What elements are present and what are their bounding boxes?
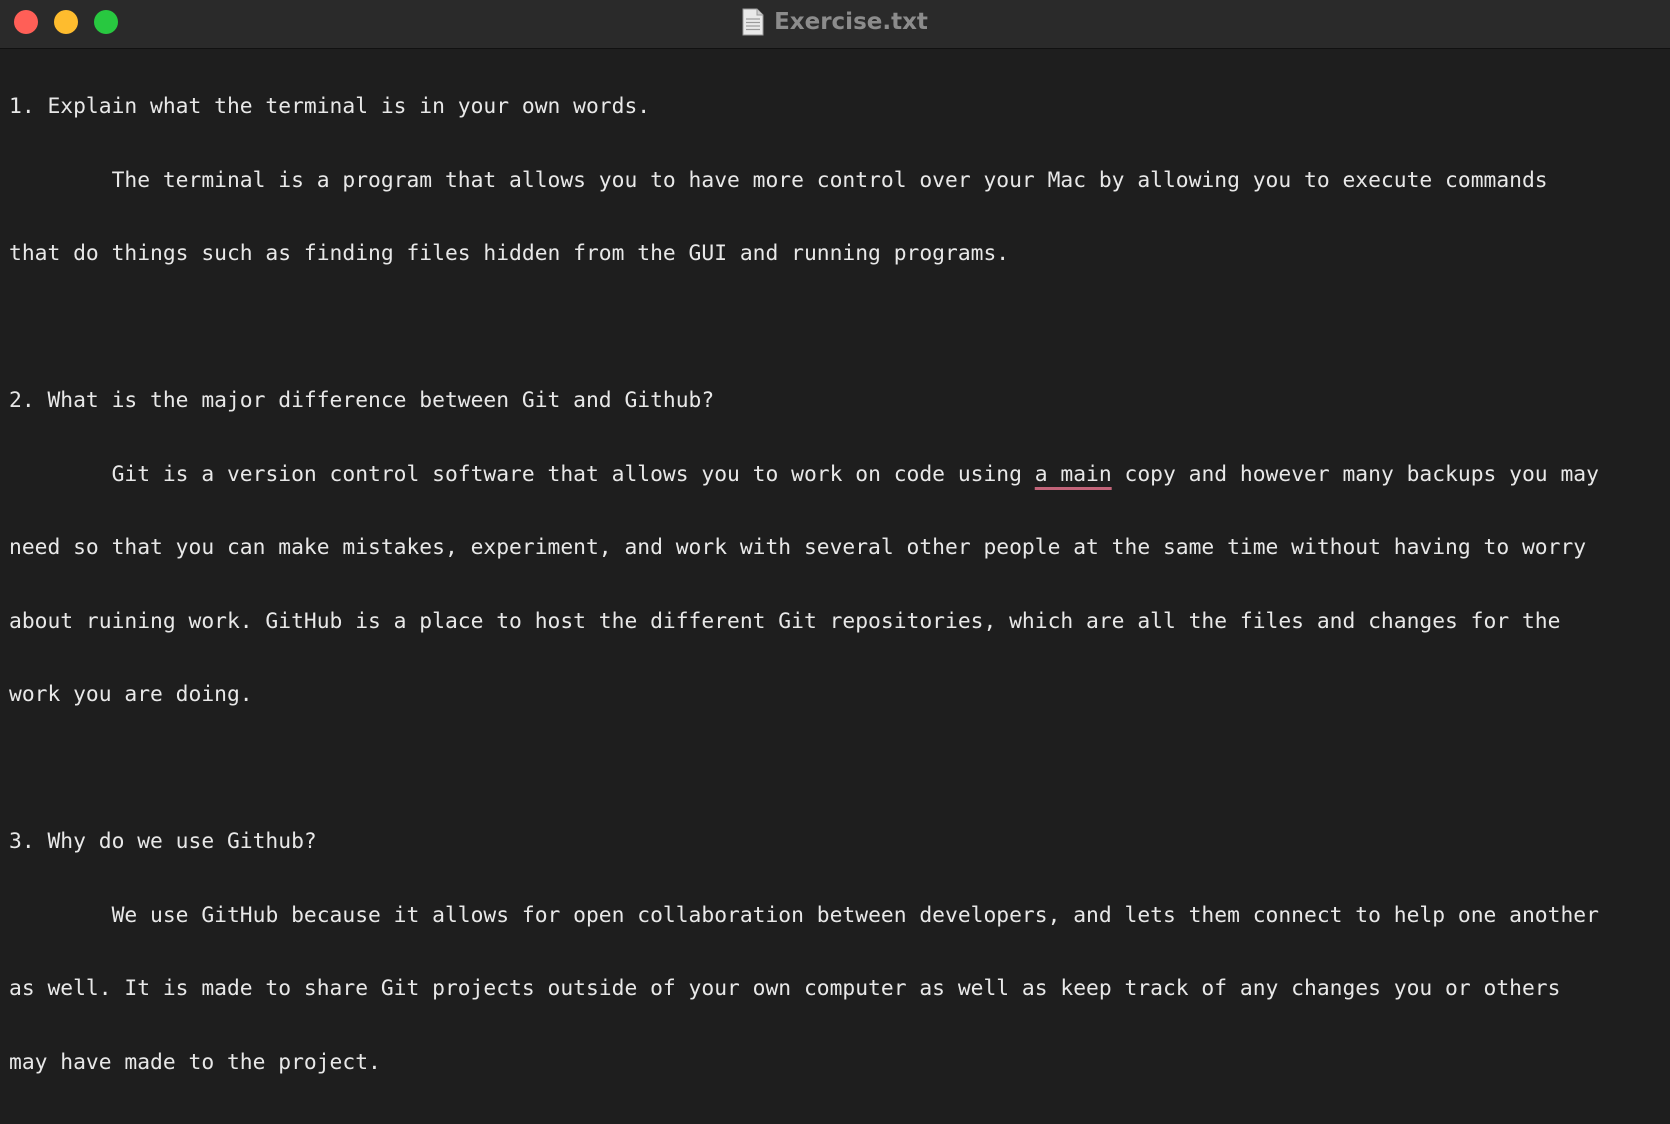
text-line: may have made to the project. [9,1049,381,1075]
document-text-area[interactable]: 1. Explain what the terminal is in your … [9,46,1663,1124]
text-line: 3. Why do we use Github? [9,829,317,854]
title-bar[interactable]: Exercise.txt [0,0,1670,49]
text-line: about ruining work. GitHub is a place to… [9,608,1561,634]
text-segment: Git is a version control software that a… [9,461,1035,487]
text-line: work you are doing. [9,682,253,707]
window-title-group: Exercise.txt [0,0,1670,44]
text-line [9,316,1663,341]
text-line: The terminal is a program that allows yo… [9,167,1548,193]
text-line: as well. It is made to share Git project… [9,976,1561,1001]
text-segment: copy and however many backups you may [1111,461,1599,487]
window-title: Exercise.txt [774,9,928,35]
spellcheck-flagged-text[interactable]: a main [1035,462,1112,487]
text-line [9,757,1663,782]
text-editor-window: Exercise.txt 1. Explain what the termina… [0,0,1670,1074]
text-line: We use GitHub because it allows for open… [9,902,1599,928]
text-document-icon[interactable] [742,8,764,36]
text-line: 1. Explain what the terminal is in your … [9,94,651,119]
text-line-with-spellcheck: Git is a version control software that a… [9,461,1663,488]
text-line: 2. What is the major difference between … [9,388,715,413]
text-line: need so that you can make mistakes, expe… [9,535,1587,560]
text-line: that do things such as finding files hid… [9,241,1010,266]
